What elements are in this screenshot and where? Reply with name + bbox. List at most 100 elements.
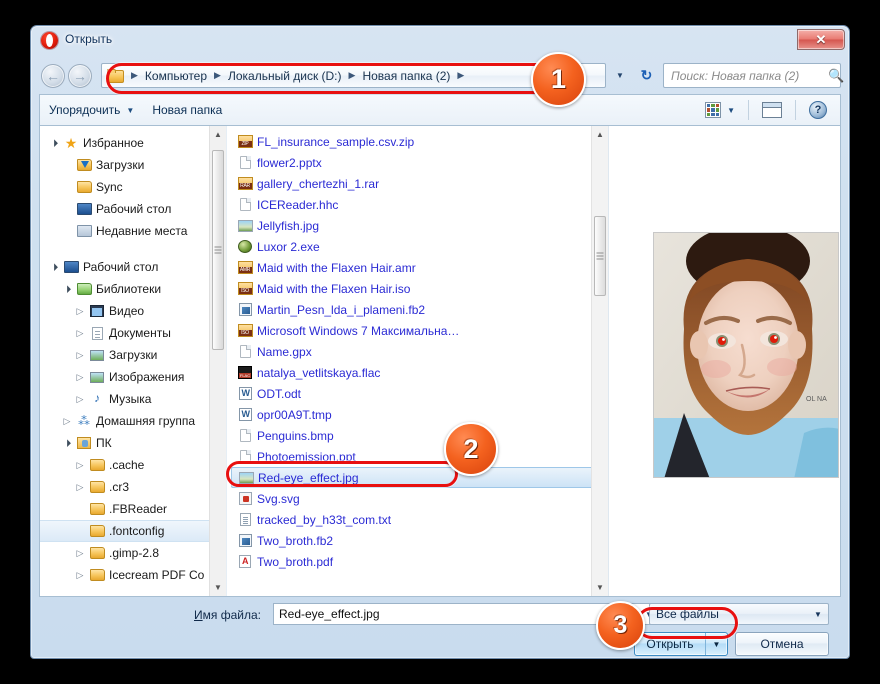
twisty-closed-icon[interactable]: ▷ [72, 460, 88, 471]
sidebar-item-4[interactable]: Недавние места [40, 220, 226, 242]
file-list-item[interactable]: ICEReader.hhc [231, 194, 608, 215]
sidebar-item-19[interactable]: ▷ .gimp-2.8 [40, 542, 226, 564]
preview-pane-button[interactable] [753, 98, 791, 122]
file-name: Two_broth.fb2 [257, 533, 334, 548]
scrollbar-thumb[interactable] [212, 150, 224, 350]
twisty-closed-icon[interactable]: ▷ [72, 350, 88, 361]
file-list-item[interactable]: Photoemission.ppt [231, 446, 608, 467]
sidebar-item-6[interactable]: ◢ Рабочий стол [40, 256, 226, 278]
file-list-item[interactable]: RAR gallery_chertezhi_1.rar [231, 173, 608, 194]
search-input[interactable] [664, 68, 828, 83]
twisty-closed-icon[interactable]: ▷ [72, 548, 88, 559]
sidebar-item-12[interactable]: ▷ ♪ Музыка [40, 388, 226, 410]
twisty-open-icon[interactable]: ◢ [59, 281, 76, 298]
file-list-scrollbar[interactable]: ▲ ▼ [591, 126, 608, 596]
twisty-closed-icon[interactable]: ▷ [72, 482, 88, 493]
file-list-item[interactable]: ISO Maid with the Flaxen Hair.iso [231, 278, 608, 299]
file-list-item[interactable]: Svg.svg [231, 488, 608, 509]
cancel-button[interactable]: Отмена [735, 632, 829, 656]
sidebar-item-1[interactable]: Загрузки [40, 154, 226, 176]
file-type-filter[interactable]: Все файлы ▼ [649, 603, 829, 625]
file-list-item[interactable]: FLAC natalya_vetlitskaya.flac [231, 362, 608, 383]
sidebar-item-label: Музыка [109, 392, 152, 406]
file-name: ODT.odt [257, 386, 302, 401]
navigation-pane: ◢ ★ Избранное Загрузки Sync Рабочий стол Недав… [40, 126, 226, 596]
breadcrumb-item-local-disk[interactable]: Локальный диск (D:) [226, 69, 344, 83]
fb2-book-icon [235, 303, 255, 316]
sidebar-item-label: Домашняя группа [96, 414, 196, 428]
view-mode-button[interactable]: ▼ [696, 98, 744, 122]
organize-button[interactable]: Упорядочить ▼ [40, 99, 143, 121]
sidebar-item-3[interactable]: Рабочий стол [40, 198, 226, 220]
scroll-up-arrow[interactable]: ▲ [592, 126, 608, 143]
scroll-down-arrow[interactable]: ▼ [210, 579, 226, 596]
file-list-item[interactable]: AMR Maid with the Flaxen Hair.amr [231, 257, 608, 278]
twisty-open-icon[interactable]: ◢ [46, 259, 63, 276]
sidebar-item-20[interactable]: ▷ Icecream PDF Co [40, 564, 226, 586]
sidebar-item-18[interactable]: .fontconfig [40, 520, 226, 542]
blank-file-icon [235, 429, 255, 442]
open-split-dropdown[interactable]: ▼ [705, 633, 727, 655]
new-folder-button[interactable]: Новая папка [143, 99, 231, 121]
file-name: Martin_Pesn_lda_i_plameni.fb2 [257, 302, 426, 317]
close-button[interactable]: ✕ [797, 29, 845, 50]
twisty-closed-icon[interactable]: ▷ [72, 570, 88, 581]
twisty-closed-icon[interactable]: ▷ [72, 306, 88, 317]
navigation-scrollbar[interactable]: ▲ ▼ [209, 126, 226, 596]
file-list-item[interactable]: tracked_by_h33t_com.txt [231, 509, 608, 530]
twisty-closed-icon[interactable]: ▷ [72, 328, 88, 339]
file-list-item[interactable]: Two_broth.fb2 [231, 530, 608, 551]
sidebar-item-13[interactable]: ▷ ⁂ Домашняя группа [40, 410, 226, 432]
file-list-item[interactable]: Penguins.bmp [231, 425, 608, 446]
file-list-item-selected[interactable]: Red-eye_effect.jpg [231, 467, 602, 488]
file-list-item[interactable]: opr00A9T.tmp [231, 404, 608, 425]
sidebar-item-9[interactable]: ▷ Документы [40, 322, 226, 344]
file-list-item[interactable]: Name.gpx [231, 341, 608, 362]
sidebar-item-15[interactable]: ▷ .cache [40, 454, 226, 476]
file-list-item[interactable]: flower2.pptx [231, 152, 608, 173]
sidebar-item-10[interactable]: ▷ Загрузки [40, 344, 226, 366]
twisty-closed-icon[interactable]: ▷ [72, 394, 88, 405]
filename-input[interactable] [274, 607, 640, 621]
address-history-dropdown[interactable]: ▼ [609, 63, 631, 88]
sidebar-item-0[interactable]: ◢ ★ Избранное [40, 132, 226, 154]
toolbar-divider [748, 100, 749, 120]
twisty-closed-icon[interactable]: ▷ [59, 416, 75, 427]
twisty-open-icon[interactable]: ◢ [46, 135, 63, 152]
scroll-up-arrow[interactable]: ▲ [210, 126, 226, 143]
forward-button[interactable]: → [68, 64, 92, 88]
twisty-closed-icon[interactable]: ▷ [72, 372, 88, 383]
refresh-button[interactable]: ↻ [635, 64, 658, 87]
back-button[interactable]: ← [41, 64, 65, 88]
file-list-item[interactable]: Two_broth.pdf [231, 551, 608, 572]
sidebar-item-14[interactable]: ◢ ПК [40, 432, 226, 454]
search-box[interactable]: 🔍 [663, 63, 844, 88]
chevron-down-icon: ▼ [126, 105, 135, 115]
breadcrumb-item-computer[interactable]: Компьютер [143, 69, 209, 83]
sidebar-item-2[interactable]: Sync [40, 176, 226, 198]
forward-arrow-icon: → [73, 68, 87, 84]
file-list-item[interactable]: Martin_Pesn_lda_i_plameni.fb2 [231, 299, 608, 320]
file-list-item[interactable]: Luxor 2.exe [231, 236, 608, 257]
file-name: Maid with the Flaxen Hair.iso [257, 281, 411, 296]
sidebar-item-7[interactable]: ◢ Библиотеки [40, 278, 226, 300]
file-list-item[interactable]: ODT.odt [231, 383, 608, 404]
file-list-item[interactable]: Jellyfish.jpg [231, 215, 608, 236]
sidebar-item-11[interactable]: ▷ Изображения [40, 366, 226, 388]
file-list-item[interactable]: ISO Microsoft Windows 7 Максимальна… [231, 320, 608, 341]
sidebar-item-label: Рабочий стол [96, 202, 172, 216]
file-name: natalya_vetlitskaya.flac [257, 365, 381, 380]
folder-icon [88, 525, 106, 537]
sidebar-item-17[interactable]: .FBReader [40, 498, 226, 520]
twisty-open-icon[interactable]: ◢ [59, 435, 76, 452]
breadcrumb-item-folder[interactable]: Новая папка (2) [360, 69, 452, 83]
sidebar-item-8[interactable]: ▷ Видео [40, 300, 226, 322]
blank-file-icon [235, 450, 255, 463]
svg-file-icon [235, 492, 255, 505]
help-button[interactable]: ? [800, 97, 836, 123]
scrollbar-thumb[interactable] [594, 216, 606, 296]
file-list-item[interactable]: ZIP FL_insurance_sample.csv.zip [231, 131, 608, 152]
scroll-down-arrow[interactable]: ▼ [592, 579, 608, 596]
open-button[interactable]: Открыть ▼ [634, 632, 728, 656]
sidebar-item-16[interactable]: ▷ .cr3 [40, 476, 226, 498]
